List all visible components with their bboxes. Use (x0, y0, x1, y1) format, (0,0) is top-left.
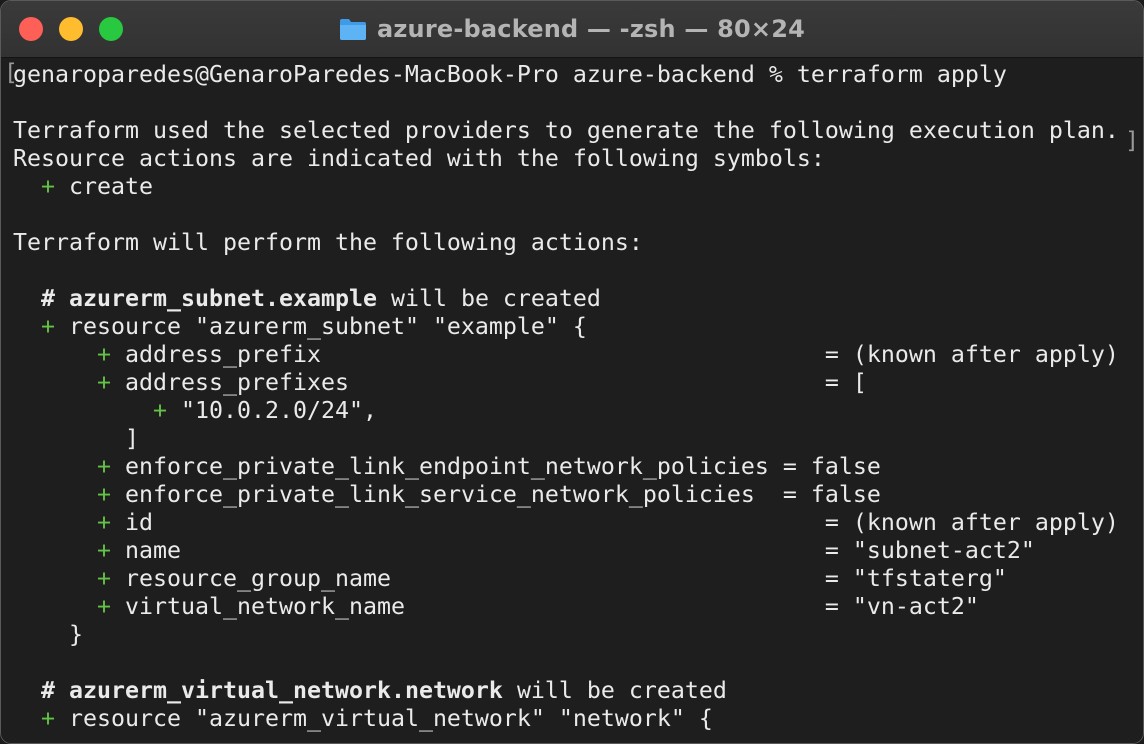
plus-symbol: + (97, 565, 111, 592)
intro-text-2: Resource actions are indicated with the … (13, 145, 825, 172)
plus-symbol: + (41, 705, 55, 732)
attr-value: = "subnet-act2" (824, 537, 1035, 564)
attr-line-address-prefix: + address_prefix = (known after apply) (1, 341, 1143, 369)
plus-symbol: + (97, 481, 111, 508)
attr-key: virtual_network_name (125, 593, 825, 620)
attr-line-resource-group: + resource_group_name = "tfstaterg" (1, 565, 1143, 593)
attr-key: enforce_private_link_service_network_pol… (125, 481, 769, 508)
actions-header-line: Terraform will perform the following act… (1, 229, 1143, 257)
attr-line-vnet-name: + virtual_network_name = "vn-act2" (1, 593, 1143, 621)
prompt-text: genaroparedes@GenaroParedes-MacBook-Pro … (13, 61, 1007, 88)
folder-icon (339, 17, 367, 41)
attr-line-service-policies: + enforce_private_link_service_network_p… (1, 481, 1143, 509)
plus-symbol: + (97, 453, 111, 480)
subnet-resource-address: azurerm_subnet.example (69, 285, 377, 312)
attr-key: resource_group_name (125, 565, 825, 592)
plus-symbol: + (41, 173, 55, 200)
create-label: create (69, 173, 153, 200)
attr-value: = false (768, 481, 881, 508)
attr-line-name: + name = "subnet-act2" (1, 537, 1143, 565)
attr-line-endpoint-policies: + enforce_private_link_endpoint_network_… (1, 453, 1143, 481)
plus-symbol: + (97, 341, 111, 368)
attr-line-list-close: ] (1, 425, 1143, 453)
close-brace: } (69, 621, 83, 648)
plus-symbol: + (152, 397, 167, 424)
vnet-resource-line: + resource "azurerm_virtual_network" "ne… (1, 705, 1143, 733)
attr-value: = "tfstaterg" (824, 565, 1007, 592)
attr-line-prefix-item: + "10.0.2.0/24", (1, 397, 1143, 425)
attr-value: = [ (824, 369, 867, 396)
vnet-comment-line: # azurerm_virtual_network.network will b… (1, 677, 1143, 705)
window-title-text: azure-backend — -zsh — 80×24 (376, 15, 805, 43)
title-bar[interactable]: azure-backend — -zsh — 80×24 (1, 1, 1143, 58)
terminal-output[interactable]: [ ] genaroparedes@GenaroParedes-MacBook-… (1, 58, 1143, 743)
attr-line-address-prefixes: + address_prefixes = [ (1, 369, 1143, 397)
prompt-line: genaroparedes@GenaroParedes-MacBook-Pro … (1, 61, 1143, 89)
attr-value: = false (768, 453, 881, 480)
subnet-close-brace-line: } (1, 621, 1143, 649)
attr-value: = "vn-act2" (824, 593, 979, 620)
attr-key: address_prefixes (125, 369, 825, 396)
intro-line-1: Terraform used the selected providers to… (1, 117, 1143, 145)
comment-suffix: will be created (516, 677, 727, 704)
attr-key: address_prefix (125, 341, 825, 368)
comment-hash: # (41, 285, 55, 312)
subnet-resource-line: + resource "azurerm_subnet" "example" { (1, 313, 1143, 341)
comment-suffix: will be created (390, 285, 601, 312)
subnet-resource-decl: resource "azurerm_subnet" "example" { (69, 313, 587, 340)
attr-value: = (known after apply) (824, 509, 1119, 536)
attr-key: id (125, 509, 825, 536)
attr-key: name (125, 537, 825, 564)
plus-symbol: + (97, 593, 111, 620)
subnet-comment-line: # azurerm_subnet.example will be created (1, 285, 1143, 313)
attr-key: ] (124, 425, 139, 452)
vnet-resource-decl: resource "azurerm_virtual_network" "netw… (69, 705, 713, 732)
vnet-resource-address: azurerm_virtual_network.network (69, 677, 503, 704)
plus-symbol: + (97, 537, 111, 564)
actions-header-text: Terraform will perform the following act… (13, 229, 643, 256)
intro-line-2: Resource actions are indicated with the … (1, 145, 1143, 173)
intro-text-1: Terraform used the selected providers to… (13, 117, 1119, 144)
window-title: azure-backend — -zsh — 80×24 (1, 1, 1143, 57)
attr-key: enforce_private_link_endpoint_network_po… (125, 453, 769, 480)
attr-value: = (known after apply) (824, 341, 1119, 368)
symbol-create-line: + create (1, 173, 1143, 201)
comment-hash: # (41, 677, 55, 704)
attr-key: "10.0.2.0/24", (180, 397, 377, 424)
plus-symbol: + (97, 509, 111, 536)
plus-symbol: + (41, 313, 55, 340)
plus-symbol: + (97, 369, 111, 396)
attr-line-id: + id = (known after apply) (1, 509, 1143, 537)
terminal-window: azure-backend — -zsh — 80×24 [ ] genarop… (0, 0, 1144, 744)
